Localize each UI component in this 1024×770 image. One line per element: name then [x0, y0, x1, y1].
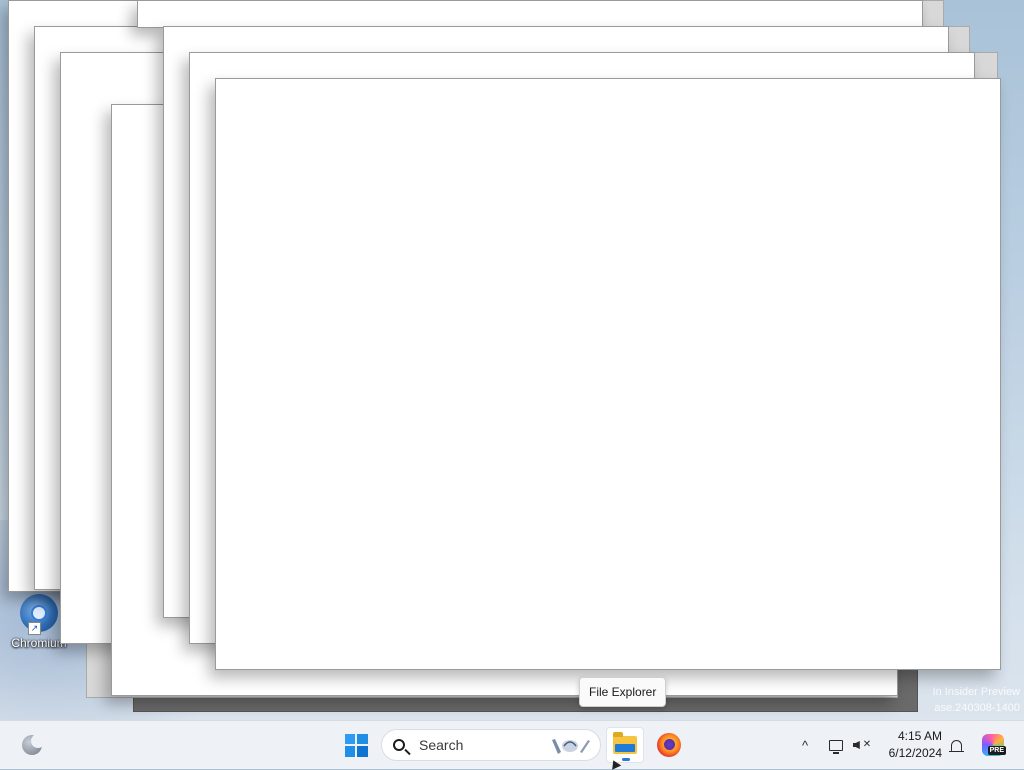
file-explorer-tooltip: File Explorer	[579, 677, 667, 707]
window-ghost	[946, 26, 970, 54]
blank-window[interactable]	[137, 0, 923, 28]
bell-icon	[948, 739, 964, 752]
taskbar-search-box[interactable]: Search	[381, 729, 601, 761]
network-icon	[829, 739, 843, 754]
windows-start-icon	[344, 733, 368, 757]
taskbar: Search ^ ✕ 4:15 AM 6/12/2024 PRE	[0, 720, 1024, 769]
watermark-line-2: ase.240308-1400	[934, 702, 1020, 714]
window-ghost	[920, 0, 944, 28]
clock-date: 6/12/2024	[888, 746, 942, 760]
taskbar-firefox-button[interactable]	[650, 727, 688, 763]
volume-muted-icon	[852, 741, 860, 749]
muted-x-icon: ✕	[862, 739, 872, 750]
show-hidden-icons-button[interactable]: ^	[796, 735, 814, 755]
search-highlight-icon	[552, 739, 590, 754]
search-icon	[393, 739, 405, 751]
window-ghost	[972, 52, 998, 80]
insider-watermark: In Insider Preview ase.240308-1400	[933, 684, 1020, 716]
search-placeholder: Search	[419, 737, 464, 753]
widgets-moon-icon	[22, 734, 45, 755]
volume-button[interactable]: ✕	[852, 735, 872, 755]
clock-time: 4:15 AM	[897, 729, 942, 743]
folder-icon	[613, 732, 637, 754]
shortcut-arrow-icon: ↗	[28, 622, 41, 635]
chevron-up-icon: ^	[801, 737, 809, 753]
start-button[interactable]	[341, 731, 371, 759]
copilot-button[interactable]: PRE	[980, 731, 1006, 759]
blank-window[interactable]	[215, 78, 1001, 670]
copilot-icon: PRE	[982, 734, 1006, 756]
notifications-button[interactable]	[946, 735, 966, 755]
chromium-icon: ↗	[20, 594, 58, 635]
desktop: ↗ Chromium In Insider Preview ase.240308…	[0, 0, 1024, 720]
network-button[interactable]	[826, 735, 846, 755]
widgets-button[interactable]	[16, 731, 48, 759]
active-app-indicator	[622, 758, 630, 761]
taskbar-file-explorer-button[interactable]	[606, 727, 644, 763]
watermark-line-1: In Insider Preview	[932, 686, 1020, 698]
copilot-preview-badge: PRE	[987, 746, 1006, 755]
firefox-icon	[657, 733, 681, 757]
taskbar-clock[interactable]: 4:15 AM 6/12/2024	[876, 728, 942, 762]
